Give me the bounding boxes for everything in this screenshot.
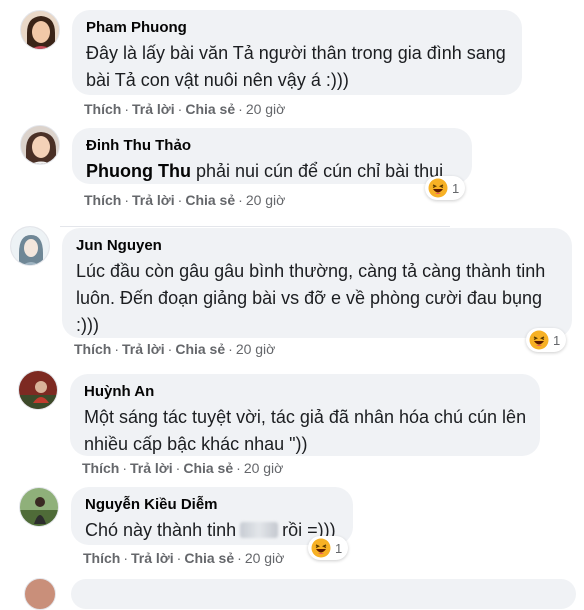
avatar[interactable] [10, 226, 50, 266]
separator: · [114, 341, 120, 357]
reaction-badge[interactable]: 1 [526, 328, 567, 352]
separator: · [236, 460, 241, 476]
avatar[interactable] [18, 370, 58, 410]
partial-comment-bubble [60, 212, 450, 227]
comment-actions: Thích · Trả lời · Chia sẻ · 20 giờ [82, 459, 283, 477]
like-button[interactable]: Thích [82, 460, 119, 476]
comment-author[interactable]: Huỳnh An [84, 383, 528, 401]
haha-emoji-icon [428, 178, 448, 198]
comment-timestamp[interactable]: 20 giờ [245, 550, 285, 566]
comment-author[interactable]: Jun Nguyen [76, 237, 560, 255]
reply-button[interactable]: Trả lời [130, 460, 173, 476]
reply-button[interactable]: Trả lời [132, 101, 175, 117]
share-button[interactable]: Chia sẻ [185, 101, 235, 117]
comment-bubble: Jun Nguyen Lúc đầu còn gâu gâu bình thườ… [62, 228, 572, 338]
comment-bubble: Pham Phuong Đây là lấy bài văn Tả người … [72, 10, 522, 95]
share-button[interactable]: Chia sẻ [175, 341, 225, 357]
separator: · [175, 460, 181, 476]
like-button[interactable]: Thích [83, 550, 120, 566]
avatar[interactable] [20, 10, 60, 50]
comment-timestamp[interactable]: 20 giờ [246, 101, 286, 117]
comment-actions: Thích · Trả lời · Chia sẻ · 20 giờ [74, 340, 275, 358]
comment-text: Đây là lấy bài văn Tả người thân trong g… [86, 43, 506, 90]
like-button[interactable]: Thích [84, 192, 121, 208]
comment-bubble: Đinh Thu Thảo Phuong Thu phải nui cún để… [72, 128, 472, 184]
reply-button[interactable]: Trả lời [122, 341, 165, 357]
comment-timestamp[interactable]: 20 giờ [246, 192, 286, 208]
mention-link[interactable]: Phuong Thu [86, 161, 191, 181]
avatar[interactable] [20, 125, 60, 165]
comment-actions: Thích · Trả lời · Chia sẻ · 20 giờ [84, 191, 285, 209]
separator: · [238, 192, 243, 208]
reaction-badge[interactable]: 1 [425, 176, 466, 200]
comment-actions: Thích · Trả lời · Chia sẻ · 20 giờ [84, 100, 285, 118]
comment-text-start: Chó này thành tinh [85, 520, 237, 540]
reaction-count: 1 [452, 180, 460, 196]
separator: · [124, 192, 130, 208]
reaction-badge[interactable]: 1 [308, 536, 349, 560]
share-button[interactable]: Chia sẻ [185, 192, 235, 208]
separator: · [123, 550, 129, 566]
comment-author[interactable]: Nguyễn Kiều Diễm [85, 496, 341, 514]
reply-button[interactable]: Trả lời [131, 550, 174, 566]
reaction-count: 1 [335, 540, 343, 556]
separator: · [228, 341, 233, 357]
separator: · [176, 550, 182, 566]
separator: · [237, 550, 242, 566]
haha-emoji-icon [311, 538, 331, 558]
comment-text: Lúc đầu còn gâu gâu bình thường, càng tả… [76, 261, 546, 335]
comment-author[interactable]: Pham Phuong [86, 19, 510, 37]
partial-comment-bubble [71, 579, 576, 609]
like-button[interactable]: Thích [84, 101, 121, 117]
separator: · [238, 101, 243, 117]
comment-author[interactable]: Đinh Thu Thảo [86, 137, 460, 155]
comment-text: Chó này thành tinh rồi =))) [85, 517, 341, 544]
reply-button[interactable]: Trả lời [132, 192, 175, 208]
comment-bubble: Nguyễn Kiều Diễm Chó này thành tinh rồi =… [71, 487, 353, 545]
avatar[interactable] [24, 578, 56, 610]
comment-bubble: Huỳnh An Một sáng tác tuyệt vời, tác giả… [70, 374, 540, 456]
blurred-word [240, 522, 279, 538]
avatar[interactable] [19, 487, 59, 527]
comment-text: Một sáng tác tuyệt vời, tác giả đã nhân … [84, 407, 527, 454]
comment-timestamp[interactable]: 20 giờ [244, 460, 284, 476]
share-button[interactable]: Chia sẻ [184, 550, 234, 566]
comment-text-body: phải nui cún để cún chỉ bài thui [190, 161, 444, 181]
like-button[interactable]: Thích [74, 341, 111, 357]
comment-text: Phuong Thu phải nui cún để cún chỉ bài t… [86, 158, 460, 185]
comment-actions: Thích · Trả lời · Chia sẻ · 20 giờ [83, 549, 284, 567]
haha-emoji-icon [529, 330, 549, 350]
separator: · [122, 460, 128, 476]
comment-timestamp[interactable]: 20 giờ [236, 341, 276, 357]
reaction-count: 1 [553, 332, 561, 348]
separator: · [124, 101, 130, 117]
separator: · [177, 192, 183, 208]
share-button[interactable]: Chia sẻ [183, 460, 233, 476]
separator: · [177, 101, 183, 117]
separator: · [167, 341, 173, 357]
